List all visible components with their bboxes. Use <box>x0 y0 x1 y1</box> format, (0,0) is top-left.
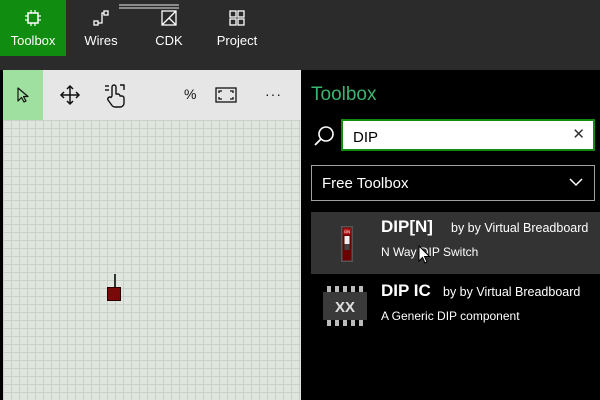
top-nav-bar: Toolbox Wires CDK Project <box>0 0 600 56</box>
result-item[interactable]: XX DIP IC by by Virtual Breadboard A Gen… <box>311 276 600 338</box>
result-name: DIP IC <box>381 281 431 300</box>
result-description: A Generic DIP component <box>381 309 520 323</box>
result-item[interactable]: ON DIP[N] by by Virtual Breadboard N Way… <box>311 212 600 274</box>
chevron-down-icon <box>569 178 583 187</box>
fit-screen-icon <box>215 87 237 103</box>
svg-text:ON: ON <box>344 229 350 234</box>
cdk-icon <box>161 10 177 26</box>
fit-screen-button[interactable] <box>206 70 246 120</box>
dip-switch-icon: ON <box>341 226 353 262</box>
canvas-component[interactable] <box>107 287 121 301</box>
toolbox-source-dropdown[interactable]: Free Toolbox <box>311 165 595 201</box>
component-lead <box>114 274 116 288</box>
nav-wires-label: Wires <box>84 33 118 48</box>
search-icon[interactable] <box>312 124 336 148</box>
nav-toolbox-label: Toolbox <box>10 33 56 48</box>
zoom-percent-button[interactable]: % <box>184 86 196 102</box>
chip-icon <box>25 10 41 26</box>
design-canvas[interactable] <box>3 120 301 400</box>
hand-touch-icon <box>105 84 125 108</box>
search-input[interactable] <box>351 125 565 149</box>
result-author: by by Virtual Breadboard <box>443 285 581 299</box>
canvas-toolbar: % ··· <box>3 70 303 120</box>
nav-project-label: Project <box>216 33 258 48</box>
svg-text:XX: XX <box>335 299 355 316</box>
dip-ic-icon: XX <box>323 286 367 326</box>
move-arrows-icon <box>59 84 81 106</box>
nav-wires[interactable]: Wires <box>68 0 134 56</box>
result-name: DIP[N] <box>381 217 433 236</box>
toolbox-panel: Toolbox ✕ Free Toolbox ON DIP[N] by by V… <box>301 70 600 400</box>
nav-cdk-label: CDK <box>155 33 183 48</box>
result-author: by by Virtual Breadboard <box>451 221 589 235</box>
nav-cdk[interactable]: CDK <box>136 0 202 56</box>
pointer-icon <box>17 87 29 103</box>
wires-icon <box>93 10 109 26</box>
select-tool-button[interactable] <box>3 70 43 120</box>
nav-project[interactable]: Project <box>204 0 270 56</box>
dropdown-selected-value: Free Toolbox <box>322 175 409 192</box>
clear-search-button[interactable]: ✕ <box>572 126 585 144</box>
mouse-cursor-icon <box>418 245 431 264</box>
nav-separator <box>0 56 600 70</box>
nav-toolbox[interactable]: Toolbox <box>0 0 66 56</box>
pan-tool-button[interactable] <box>50 70 90 120</box>
touch-tool-button[interactable] <box>95 70 135 120</box>
grid-icon <box>229 10 245 26</box>
search-field[interactable]: ✕ <box>341 119 595 151</box>
more-options-button[interactable]: ··· <box>265 86 282 102</box>
panel-title: Toolbox <box>311 84 377 105</box>
